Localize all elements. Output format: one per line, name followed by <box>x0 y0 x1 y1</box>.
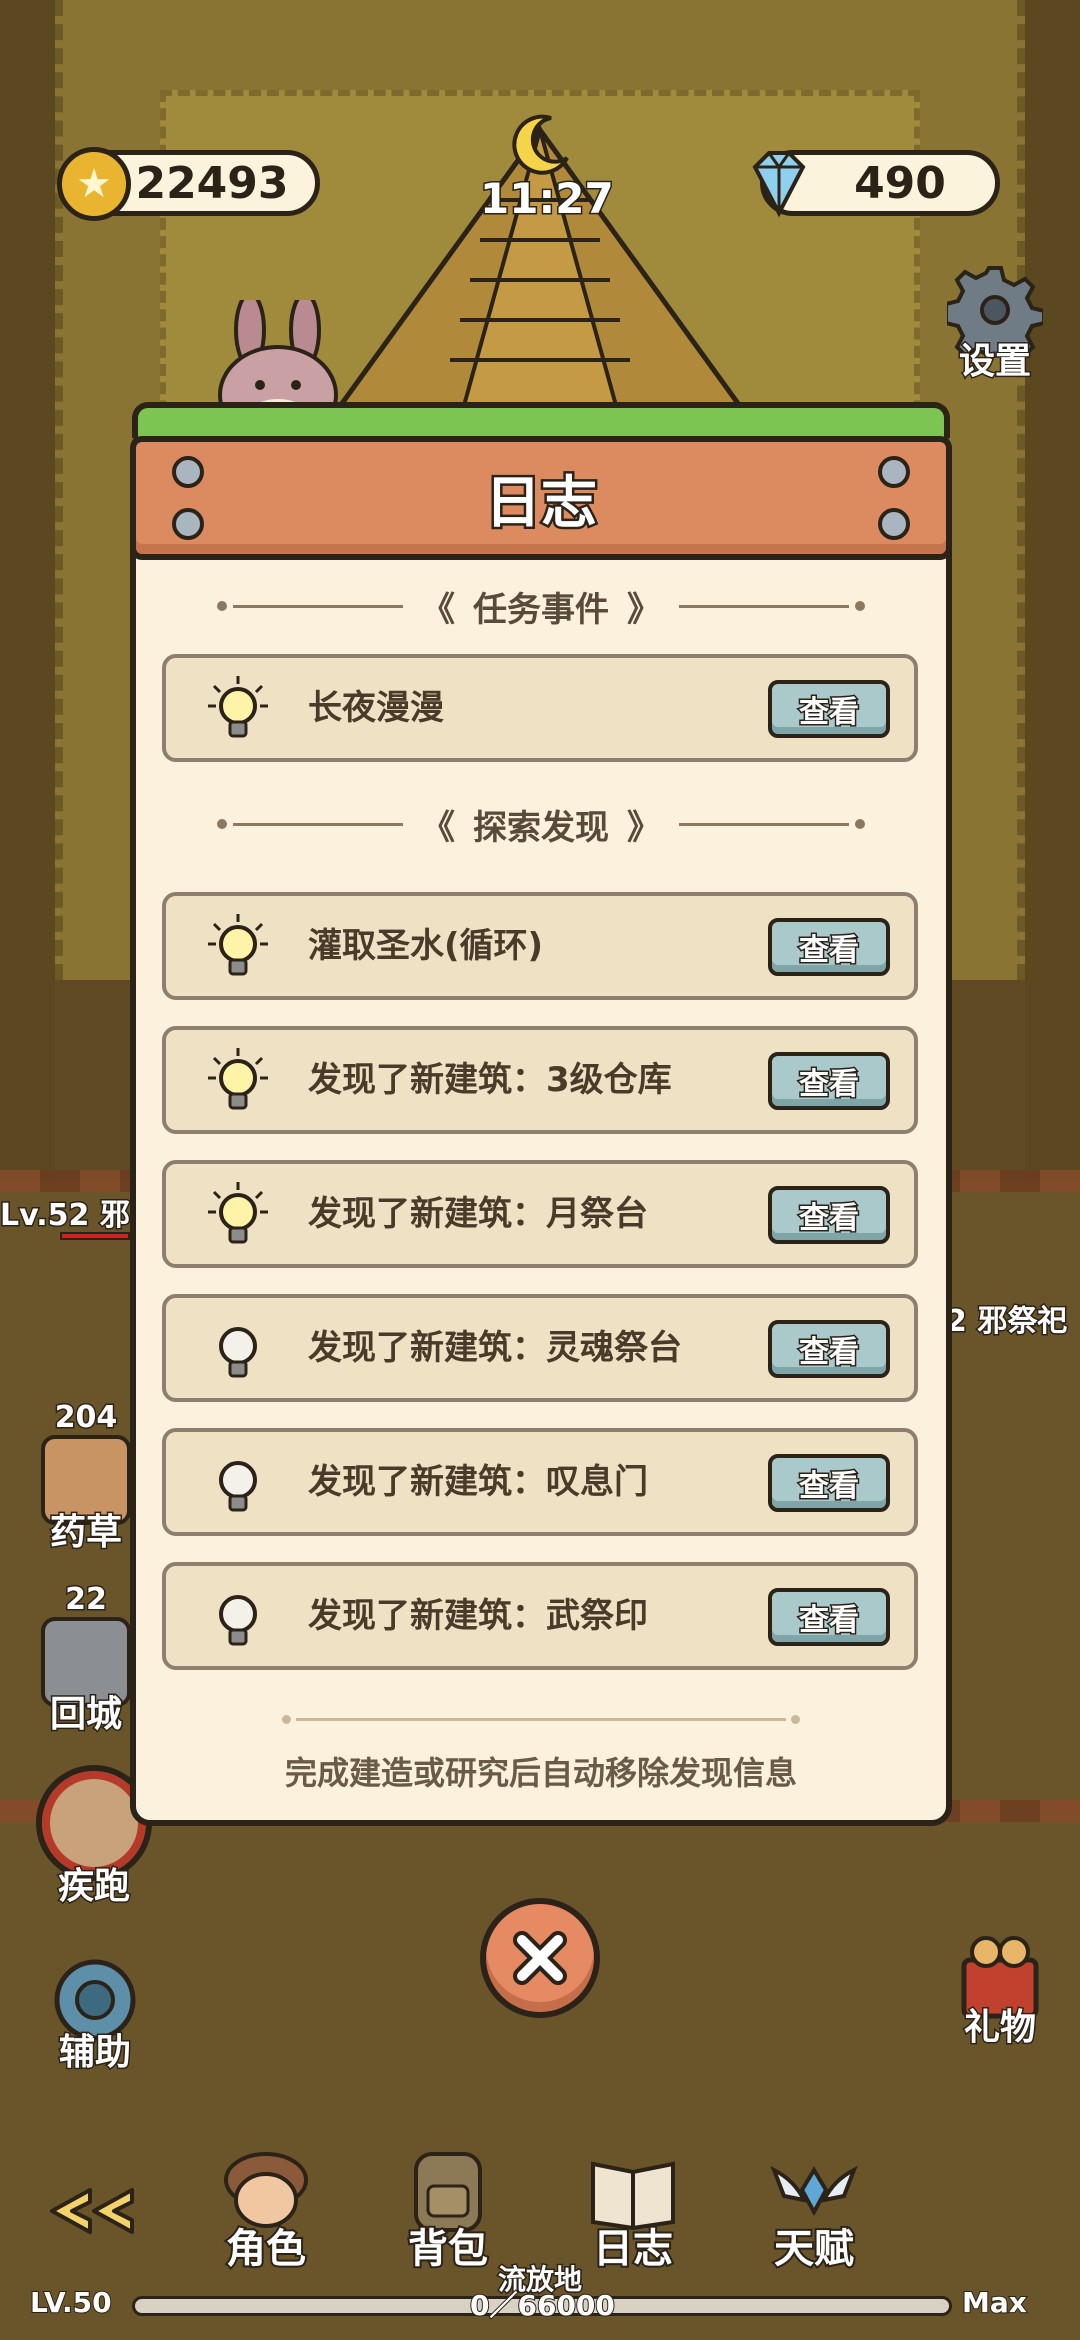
herb-label: 药草 <box>48 1511 123 1555</box>
log-entry-discovery-5: 发现了新建筑：武祭印 查看 <box>162 1562 918 1670</box>
gift-label: 礼物 <box>962 2006 1037 2050</box>
section-title-tasks: 任务事件 <box>473 590 609 630</box>
assist-button[interactable]: 辅助 <box>40 1955 150 2075</box>
section-title-discoveries: 探索发现 <box>473 808 609 848</box>
divider-line <box>217 819 403 829</box>
lightbulb-lit-icon <box>208 676 268 738</box>
nav-character[interactable]: 角色 <box>196 2140 336 2274</box>
footer-note: 完成建造或研究后自动移除发现信息 <box>284 1754 797 1792</box>
log-entry-text: 发现了新建筑：灵魂祭台 <box>308 1328 682 1368</box>
nav-character-label: 角色 <box>224 2224 308 2274</box>
dialog-header: 日志 <box>130 436 952 560</box>
coin-counter[interactable]: ★ 22493 <box>57 147 320 221</box>
lightbulb-off-icon <box>219 1327 257 1378</box>
coin-icon: ★ <box>57 147 131 221</box>
clock-time: 11:27 <box>479 173 616 225</box>
dialog-title: 日志 <box>483 468 600 538</box>
chevron-left-icon: 《 <box>421 590 455 630</box>
day-night-clock: 11:27 <box>479 110 616 225</box>
screw-icon <box>878 456 910 488</box>
log-entry-text: 发现了新建筑：叹息门 <box>308 1462 648 1502</box>
section-header-tasks: 《 任务事件 》 <box>130 582 952 631</box>
chevron-right-icon: 》 <box>627 808 661 848</box>
log-entry-task-0: 长夜漫漫 查看 <box>162 654 918 762</box>
log-entry-discovery-2: 发现了新建筑：月祭台 查看 <box>162 1160 918 1268</box>
settings-button[interactable]: 设置 <box>940 262 1050 384</box>
lightbulb-off-icon <box>219 1595 257 1646</box>
enemy-health-bar <box>60 1232 130 1240</box>
diamond-icon <box>752 151 806 218</box>
player-level: LV.50 <box>29 2285 113 2320</box>
herb-count: 204 <box>53 1399 119 1437</box>
herb-item-button[interactable]: 204 药草 <box>36 1399 136 1555</box>
section-header-discoveries: 《 探索发现 》 <box>130 800 952 849</box>
max-label: Max <box>961 2285 1028 2320</box>
gem-counter[interactable]: 490 <box>752 150 1000 218</box>
lightbulb-lit-icon <box>208 1048 268 1110</box>
log-entry-text: 灌取圣水(循环) <box>308 926 544 966</box>
scene-edge-left <box>0 0 55 1200</box>
log-entry-discovery-1: 发现了新建筑：3级仓库 查看 <box>162 1026 918 1134</box>
assist-label: 辅助 <box>57 2031 132 2075</box>
screw-icon <box>172 456 204 488</box>
chevron-right-icon: 》 <box>627 590 661 630</box>
experience-row: LV.50 0／66000 Max <box>0 2280 1080 2330</box>
log-entry-text: 发现了新建筑：月祭台 <box>308 1194 648 1234</box>
log-entry-discovery-4: 发现了新建筑：叹息门 查看 <box>162 1428 918 1536</box>
divider-line <box>217 601 403 611</box>
log-entry-text: 长夜漫漫 <box>308 688 444 728</box>
chevron-left-icon: 《 <box>421 808 455 848</box>
sprint-label: 疾跑 <box>56 1865 131 1909</box>
footer-divider <box>282 1715 800 1724</box>
gift-button[interactable]: 礼物 <box>940 1930 1060 2050</box>
lightbulb-lit-icon <box>208 914 268 976</box>
screw-icon <box>878 508 910 540</box>
log-entry-text: 发现了新建筑：3级仓库 <box>308 1060 672 1100</box>
moon-icon <box>512 114 569 175</box>
nav-log[interactable]: 日志 <box>563 2140 703 2274</box>
enemy-level-label-right: 2 邪祭祀 <box>944 1303 1068 1341</box>
close-icon <box>513 1931 567 1985</box>
nav-backpack[interactable]: 背包 <box>378 2140 518 2274</box>
experience-text: 0／66000 <box>469 2288 616 2323</box>
enemy-level-label-left: Lv.52 邪 <box>0 1197 131 1235</box>
return-town-button[interactable]: 22 回城 <box>36 1581 136 1737</box>
view-button[interactable]: 查看 <box>768 1454 890 1512</box>
view-button[interactable]: 查看 <box>768 680 890 738</box>
screw-icon <box>172 508 204 540</box>
view-button[interactable]: 查看 <box>768 1588 890 1646</box>
log-entry-discovery-3: 发现了新建筑：灵魂祭台 查看 <box>162 1294 918 1402</box>
view-button[interactable]: 查看 <box>768 1186 890 1244</box>
dialog-grass-trim <box>132 402 950 438</box>
view-button[interactable]: 查看 <box>768 1320 890 1378</box>
log-entry-text: 发现了新建筑：武祭印 <box>308 1596 648 1636</box>
scene-edge-right <box>1025 0 1080 1200</box>
town-scroll-count: 22 <box>64 1581 109 1619</box>
divider-line <box>679 819 865 829</box>
lightbulb-lit-icon <box>208 1182 268 1244</box>
log-entry-discovery-0: 灌取圣水(循环) 查看 <box>162 892 918 1000</box>
divider-line <box>679 601 865 611</box>
return-town-label: 回城 <box>48 1693 123 1737</box>
settings-label: 设置 <box>957 340 1032 384</box>
double-chevron-left-icon[interactable] <box>44 2186 140 2236</box>
close-button[interactable] <box>480 1898 600 2018</box>
view-button[interactable]: 查看 <box>768 1052 890 1110</box>
view-button[interactable]: 查看 <box>768 918 890 976</box>
nav-talent-label: 天赋 <box>772 2224 856 2274</box>
lightbulb-off-icon <box>219 1461 257 1512</box>
nav-talent[interactable]: 天赋 <box>744 2140 884 2274</box>
